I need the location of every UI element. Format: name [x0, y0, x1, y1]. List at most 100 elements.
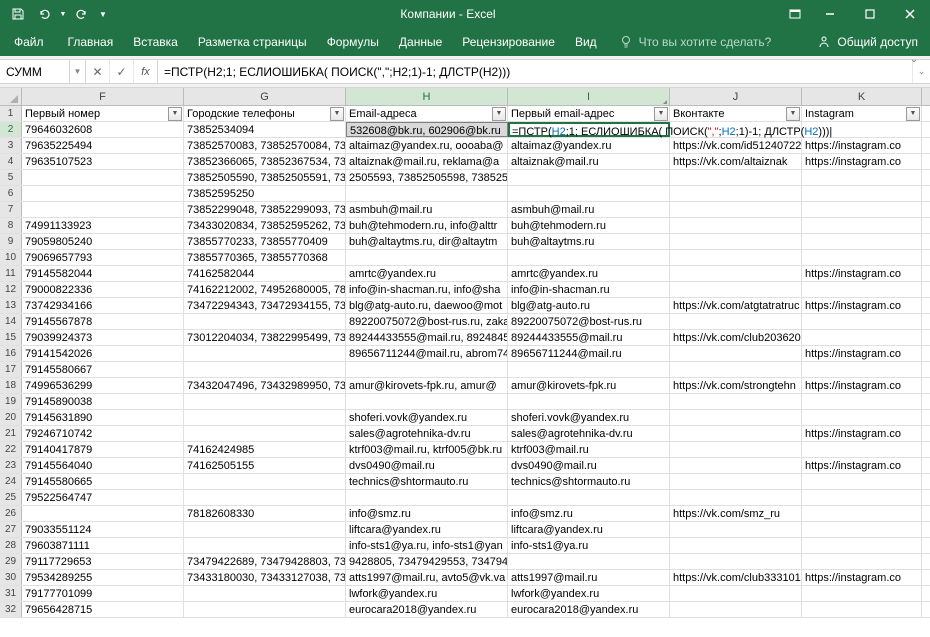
cell[interactable]: 89220075072@bost-rus.ru, zaka	[346, 314, 508, 329]
cell[interactable]: 74162212002, 74952680005, 7843	[184, 282, 346, 297]
cell[interactable]	[346, 250, 508, 265]
cell[interactable]: https://instagram.co	[802, 154, 922, 169]
cell[interactable]	[22, 506, 184, 521]
row-header[interactable]: 18	[0, 378, 22, 393]
ribbon-display-options[interactable]	[780, 0, 810, 28]
cell[interactable]: 89244433555@mail.ru	[508, 330, 670, 345]
ribbon-tab-данные[interactable]: Данные	[389, 28, 452, 56]
cell[interactable]: 74162582044	[184, 266, 346, 281]
cell[interactable]: 73852299048, 73852299093, 7385	[184, 202, 346, 217]
cell[interactable]: 2505593, 73852505598, 73852555	[346, 170, 508, 185]
row-header[interactable]: 30	[0, 570, 22, 585]
cell[interactable]: info@smz.ru	[508, 506, 670, 521]
cell[interactable]: https://instagram.co	[802, 138, 922, 153]
cell[interactable]	[802, 170, 922, 185]
cell[interactable]: ktrf003@mail.ru	[508, 442, 670, 457]
cell[interactable]	[802, 362, 922, 377]
cell[interactable]: https://instagram.co	[802, 266, 922, 281]
cell[interactable]	[670, 602, 802, 617]
cell[interactable]: asmbuh@mail.ru	[346, 202, 508, 217]
row-header[interactable]: 10	[0, 250, 22, 265]
cell[interactable]	[508, 362, 670, 377]
formula-input[interactable]: =ПСТР(H2;1; ЕСЛИОШИБКА( ПОИСК(",";H2;1)-…	[158, 60, 912, 83]
cell[interactable]: info-sts1@ya.ru, info-sts1@yan	[346, 538, 508, 553]
cell[interactable]	[802, 186, 922, 201]
cell[interactable]	[802, 474, 922, 489]
cell[interactable]	[508, 554, 670, 569]
cell[interactable]: 79117729653	[22, 554, 184, 569]
cell[interactable]	[802, 314, 922, 329]
cell[interactable]: 73852366065, 73852367534, 7385	[184, 154, 346, 169]
cell[interactable]	[670, 186, 802, 201]
cell[interactable]: buh@tehmodern.ru, info@alttr	[346, 218, 508, 233]
row-header[interactable]: 5	[0, 170, 22, 185]
cell[interactable]	[802, 218, 922, 233]
cell[interactable]	[184, 314, 346, 329]
qat-customize[interactable]: ▼	[96, 2, 110, 26]
cell[interactable]: 73852570083, 73852570084, 7385	[184, 138, 346, 153]
cell[interactable]: dvs0490@mail.ru	[508, 458, 670, 473]
cell[interactable]	[22, 186, 184, 201]
row-header[interactable]: 31	[0, 586, 22, 601]
cell[interactable]	[670, 554, 802, 569]
cell[interactable]	[802, 250, 922, 265]
cell[interactable]	[670, 410, 802, 425]
cell[interactable]: https://vk.com/smz_ru	[670, 506, 802, 521]
cell[interactable]: 73433180030, 73433127038, 7343	[184, 570, 346, 585]
cell[interactable]: 79145580665	[22, 474, 184, 489]
row-header[interactable]: 6	[0, 186, 22, 201]
cell[interactable]: 89220075072@bost-rus.ru	[508, 314, 670, 329]
cell[interactable]	[802, 506, 922, 521]
cancel-formula-button[interactable]: ✕	[86, 60, 110, 83]
cell[interactable]: 73472294343, 73472934155, 7347	[184, 298, 346, 313]
cell[interactable]	[670, 394, 802, 409]
cell[interactable]: 73852534094	[184, 122, 346, 137]
table-header-cell[interactable]: Вконтакте▼	[670, 106, 802, 121]
tell-me-search[interactable]: Что вы хотите сделать?	[607, 28, 806, 56]
cell[interactable]: atts1997@mail.ru, avto5@vk.va	[346, 570, 508, 585]
cell[interactable]: https://instagram.co	[802, 426, 922, 441]
row-header[interactable]: 23	[0, 458, 22, 473]
cell[interactable]: 74162424985	[184, 442, 346, 457]
save-button[interactable]	[6, 2, 30, 26]
cell[interactable]: info@in-shacman.ru	[508, 282, 670, 297]
file-tab[interactable]: Файл	[0, 28, 58, 56]
ribbon-tab-вставка[interactable]: Вставка	[123, 28, 188, 56]
row-header[interactable]: 27	[0, 522, 22, 537]
cell[interactable]	[670, 314, 802, 329]
table-header-cell[interactable]: Первый номер▼	[22, 106, 184, 121]
cell[interactable]: 79140417879	[22, 442, 184, 457]
cell[interactable]	[670, 442, 802, 457]
row-header[interactable]: 13	[0, 298, 22, 313]
cell[interactable]: sales@agrotehnika-dv.ru	[508, 426, 670, 441]
table-header-cell[interactable]: Email-адреса▼	[346, 106, 508, 121]
cell[interactable]: https://instagram.co	[802, 346, 922, 361]
cell[interactable]: 79059805240	[22, 234, 184, 249]
name-box-dropdown[interactable]: ▼	[70, 60, 86, 83]
cell[interactable]: altaiznak@mail.ru, reklama@a	[346, 154, 508, 169]
cell[interactable]: altaimaz@yandex.ru	[508, 138, 670, 153]
cell[interactable]: 79635107523	[22, 154, 184, 169]
cell[interactable]: 9428805, 73479429553, 73479432	[346, 554, 508, 569]
ribbon-tab-формулы[interactable]: Формулы	[317, 28, 389, 56]
row-header[interactable]: 14	[0, 314, 22, 329]
cell[interactable]	[670, 522, 802, 537]
cell[interactable]	[346, 394, 508, 409]
row-header[interactable]: 1	[0, 106, 22, 121]
filter-button[interactable]: ▼	[906, 107, 920, 121]
cell[interactable]: 73852505590, 73852505591, 7385	[184, 170, 346, 185]
table-header-cell[interactable]: Instagram▼	[802, 106, 922, 121]
grid-body[interactable]: 1Первый номер▼Городские телефоны▼Email-а…	[0, 106, 930, 637]
cell[interactable]: 79145631890	[22, 410, 184, 425]
cell[interactable]: buh@altaytms.ru	[508, 234, 670, 249]
cell[interactable]: amur@kirovets-fpk.ru	[508, 378, 670, 393]
row-header[interactable]: 20	[0, 410, 22, 425]
cell[interactable]: 74996536299	[22, 378, 184, 393]
cell[interactable]: https://vk.com/altaiznak	[670, 154, 802, 169]
cell[interactable]	[802, 234, 922, 249]
cell[interactable]: 73742934166	[22, 298, 184, 313]
cell[interactable]	[670, 250, 802, 265]
cell[interactable]	[802, 586, 922, 601]
cell[interactable]: lwfork@yandex.ru	[346, 586, 508, 601]
cell[interactable]: https://instagram.co	[802, 570, 922, 585]
